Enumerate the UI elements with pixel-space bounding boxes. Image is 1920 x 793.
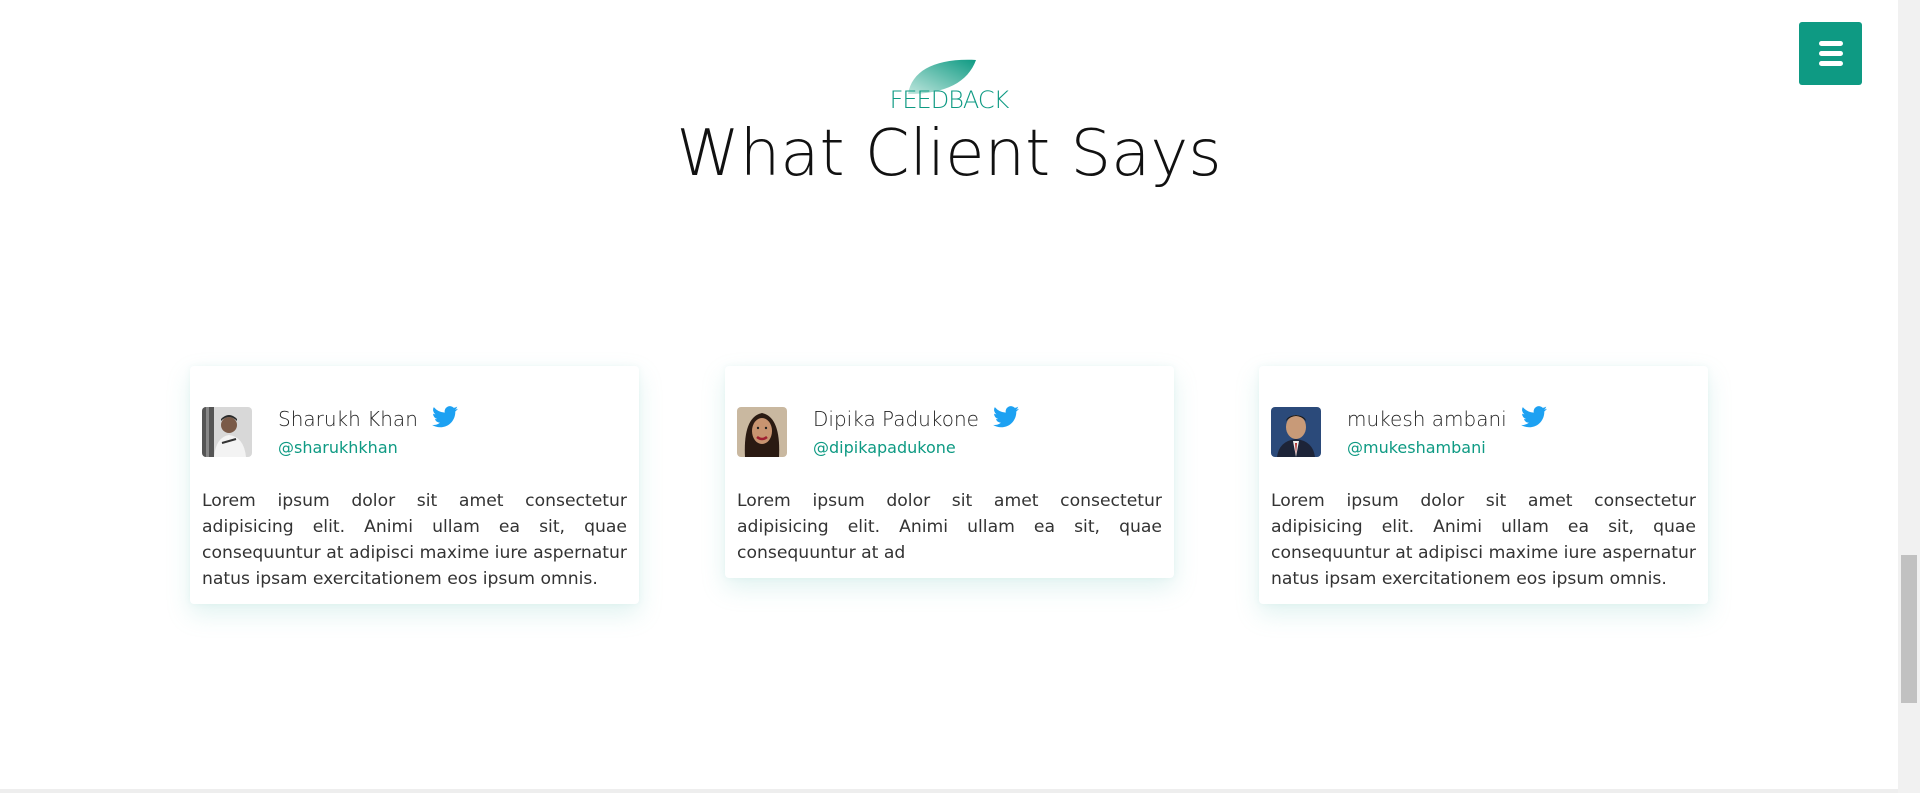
author-handle[interactable]: @mukeshambani [1347, 438, 1547, 457]
page: FEEDBACK What Client Says Sharukh Khan @… [0, 0, 1898, 793]
author-handle[interactable]: @dipikapadukone [813, 438, 1019, 457]
twitter-icon[interactable] [992, 406, 1019, 432]
feedback-badge: FEEDBACK [884, 56, 1014, 116]
author-info: Dipika Padukone @dipikapadukone [813, 404, 1019, 457]
author-name: Sharukh Khan [278, 407, 418, 431]
twitter-icon[interactable] [1520, 406, 1547, 432]
avatar [202, 407, 252, 457]
card-header: mukesh ambani @mukeshambani [1271, 404, 1696, 460]
page-scrollbar[interactable] [1898, 0, 1920, 793]
hamburger-icon [1818, 40, 1843, 67]
testimonial-card: Dipika Padukone @dipikapadukone Lorem ip… [725, 366, 1174, 578]
testimonial-card: mukesh ambani @mukeshambani Lorem ipsum … [1259, 366, 1708, 604]
author-info: Sharukh Khan @sharukhkhan [278, 404, 458, 457]
scrollbar-thumb[interactable] [1901, 555, 1917, 703]
section-header: FEEDBACK What Client Says [0, 56, 1898, 186]
avatar [737, 407, 787, 457]
section-title: What Client Says [676, 117, 1222, 191]
author-handle[interactable]: @sharukhkhan [278, 438, 458, 457]
menu-button[interactable] [1799, 22, 1862, 85]
testimonial-card: Sharukh Khan @sharukhkhan Lorem ipsum do… [190, 366, 639, 604]
author-name: Dipika Padukone [813, 407, 979, 431]
testimonial-text: Lorem ipsum dolor sit amet consectetur a… [737, 491, 1162, 563]
section-eyebrow: FEEDBACK [889, 86, 1010, 114]
avatar [1271, 407, 1321, 457]
testimonial-text: Lorem ipsum dolor sit amet consectetur a… [202, 491, 627, 589]
author-info: mukesh ambani @mukeshambani [1347, 404, 1547, 457]
twitter-icon[interactable] [431, 406, 458, 432]
testimonial-text: Lorem ipsum dolor sit amet consectetur a… [1271, 491, 1696, 589]
card-header: Dipika Padukone @dipikapadukone [737, 404, 1162, 460]
card-header: Sharukh Khan @sharukhkhan [202, 404, 627, 460]
author-name: mukesh ambani [1347, 407, 1507, 431]
section-divider [0, 789, 1898, 793]
